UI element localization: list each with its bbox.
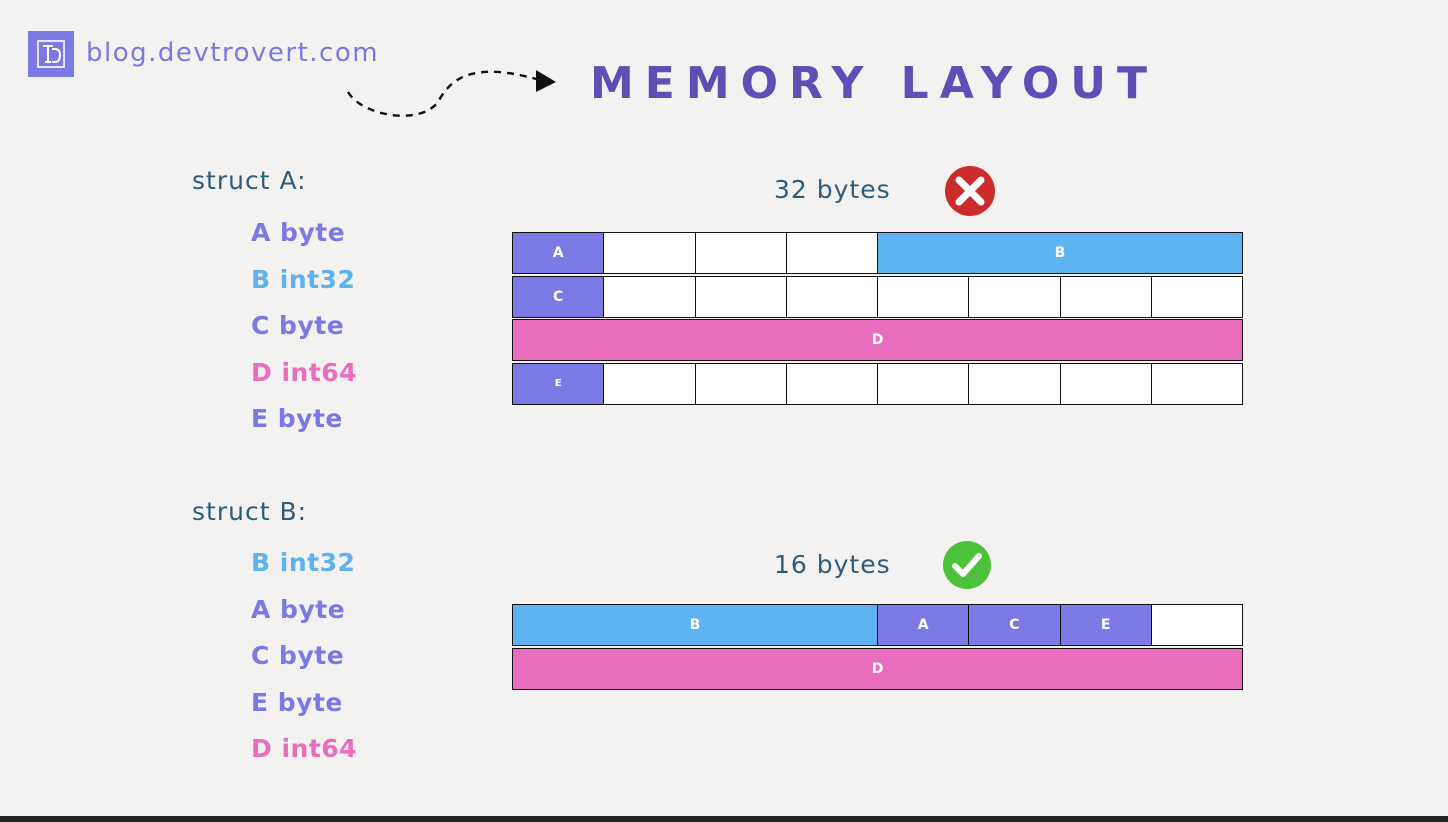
- memory-cell-c: C: [512, 275, 605, 318]
- check-icon: [943, 541, 991, 589]
- field-d-int64: D int64: [251, 357, 358, 387]
- memory-cell-a: A: [512, 232, 605, 274]
- memory-row: C: [512, 275, 1243, 318]
- field-c-byte: C byte: [251, 641, 345, 670]
- padding-cell: [603, 232, 696, 274]
- field-c-byte: C byte: [251, 311, 345, 340]
- memory-cell-d: D: [512, 647, 1243, 690]
- devtrovert-logo-icon: [28, 31, 74, 77]
- struct-b-label: struct B:: [192, 497, 308, 526]
- padding-cell: [968, 362, 1061, 405]
- field-e-byte: E byte: [251, 687, 343, 717]
- memory-row: D: [512, 647, 1243, 690]
- padding-cell: [603, 275, 696, 318]
- field-e-byte: E byte: [251, 404, 343, 433]
- dashed-curved-arrow-icon: [346, 70, 556, 117]
- padding-cell: [603, 362, 696, 405]
- padding-cell: [877, 362, 970, 405]
- padding-cell: [785, 362, 878, 405]
- padding-cell: [1150, 604, 1243, 646]
- memory-row: BACE: [512, 604, 1243, 646]
- memory-cell-b: B: [512, 604, 878, 646]
- padding-cell: [1150, 275, 1243, 318]
- padding-cell: [1150, 362, 1243, 405]
- memory-cell-c: C: [968, 604, 1061, 646]
- padding-cell: [694, 275, 787, 318]
- field-d-int64: D int64: [251, 734, 358, 763]
- page-title: MEMORY LAYOUT: [590, 58, 1159, 109]
- field-a-byte: A byte: [251, 218, 346, 247]
- padding-cell: [785, 275, 878, 318]
- field-b-int32: B int32: [251, 264, 356, 294]
- padding-cell: [785, 232, 878, 274]
- cross-icon: [945, 166, 995, 216]
- struct-b-size: 16 bytes: [774, 550, 891, 579]
- memory-cell-d: D: [512, 319, 1243, 361]
- field-a-byte: A byte: [251, 594, 346, 624]
- struct-a-label: struct A:: [192, 166, 307, 195]
- site-url[interactable]: blog.devtrovert.com: [86, 38, 379, 68]
- memory-row: E: [512, 362, 1243, 405]
- padding-cell: [1059, 362, 1152, 405]
- memory-cell-e: E: [1059, 604, 1152, 646]
- padding-cell: [694, 362, 787, 405]
- memory-cell-e: E: [512, 362, 605, 405]
- padding-cell: [694, 232, 787, 274]
- memory-cell-a: A: [877, 604, 970, 646]
- struct-a-size: 32 bytes: [774, 175, 891, 204]
- padding-cell: [968, 275, 1061, 318]
- memory-row: D: [512, 319, 1243, 361]
- padding-cell: [1059, 275, 1152, 318]
- field-b-int32: B int32: [251, 548, 356, 577]
- padding-cell: [877, 275, 970, 318]
- bottom-bar: [0, 816, 1448, 822]
- memory-row: AB: [512, 232, 1243, 274]
- memory-cell-b: B: [877, 232, 1243, 274]
